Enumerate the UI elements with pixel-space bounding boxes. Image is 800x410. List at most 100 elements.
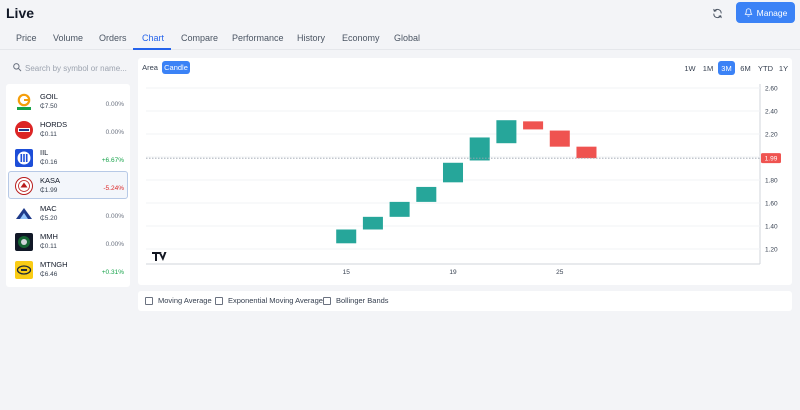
symbol-row-goil[interactable]: GOIL ₵7.50 0.00% (8, 87, 128, 115)
hords-logo (14, 120, 34, 140)
candle-down (576, 146, 597, 159)
y-tick-label: 1.20 (765, 247, 778, 254)
current-price-label: 1.99 (765, 156, 778, 163)
symbol-name: HORDS (40, 120, 68, 129)
x-tick-label: 15 (343, 269, 351, 276)
checkbox-box[interactable] (323, 296, 331, 305)
tab-history[interactable]: History (297, 33, 325, 43)
symbol-price: ₵1.99 (40, 187, 58, 194)
indicator-label: Moving Average (158, 296, 212, 305)
kasa-logo (14, 176, 34, 196)
range-ytd-button[interactable]: YTD (756, 61, 775, 75)
range-3m-button[interactable]: 3M (718, 61, 735, 75)
y-tick-label: 2.20 (765, 132, 778, 139)
manage-label: Manage (756, 7, 788, 18)
search-input[interactable] (6, 58, 130, 78)
candle-down (549, 130, 570, 147)
range-1w-button[interactable]: 1W (682, 61, 698, 75)
symbol-row-mac[interactable]: MAC ₵5.20 0.00% (8, 199, 128, 227)
refresh-button[interactable] (708, 4, 726, 22)
candle-up (469, 137, 490, 161)
tab-price[interactable]: Price (16, 33, 37, 43)
candle-up (362, 216, 383, 230)
range-1y-button[interactable]: 1Y (777, 61, 790, 75)
range-6m-button[interactable]: 6M (737, 61, 754, 75)
symbol-price: ₵5.20 (40, 215, 58, 222)
tab-bar: Price Volume Orders Chart Compare Perfor… (0, 28, 800, 50)
symbol-row-mmh[interactable]: MMH ₵0.11 0.00% (8, 227, 128, 255)
tab-performance[interactable]: Performance (232, 33, 284, 43)
symbol-list: GOIL ₵7.50 0.00% HORDS ₵0.11 0.00% IIL ₵… (6, 84, 130, 287)
chart-type-candle-button[interactable]: Candle (162, 61, 190, 74)
exponential-moving-average-checkbox[interactable]: Exponential Moving Average (215, 296, 323, 305)
candle-up (442, 162, 464, 183)
bollinger-bands-checkbox[interactable]: Bollinger Bands (323, 296, 389, 305)
chart-canvas[interactable]: 2.602.402.202.001.801.601.401.20 151925 … (146, 84, 790, 280)
candle-up (336, 229, 357, 244)
candle-up (389, 201, 410, 217)
page-title: Live (6, 5, 35, 21)
tab-compare[interactable]: Compare (181, 33, 218, 43)
checkbox-box[interactable] (215, 296, 223, 305)
y-tick-label: 2.40 (765, 109, 778, 116)
symbol-price: ₵0.16 (40, 159, 58, 166)
manage-button[interactable]: Manage (736, 2, 795, 23)
symbol-price: ₵0.11 (40, 243, 57, 250)
symbol-row-iil[interactable]: IIL ₵0.16 +6.67% (8, 143, 128, 171)
y-tick-label: 1.40 (765, 224, 778, 231)
symbol-price: ₵6.46 (40, 271, 58, 278)
moving-average-checkbox[interactable]: Moving Average (145, 296, 212, 305)
symbol-row-hords[interactable]: HORDS ₵0.11 0.00% (8, 115, 128, 143)
goil-logo (14, 92, 34, 112)
search-box (6, 58, 130, 78)
symbol-change: +6.67% (101, 157, 124, 164)
candle-up (496, 120, 517, 144)
y-tick-label: 1.80 (765, 178, 778, 185)
tab-economy[interactable]: Economy (342, 33, 380, 43)
mmh-logo (14, 232, 34, 252)
candle-up (416, 186, 437, 202)
checkbox-box[interactable] (145, 296, 153, 305)
x-tick-label: 25 (556, 269, 564, 276)
symbol-change: 0.00% (105, 213, 124, 220)
symbol-name: IIL (40, 148, 49, 157)
indicator-label: Exponential Moving Average (228, 296, 323, 305)
tab-chart[interactable]: Chart (142, 33, 164, 43)
symbol-change: +0.31% (101, 269, 124, 276)
symbol-change: -5.24% (103, 185, 124, 192)
search-icon (13, 63, 22, 72)
symbol-row-mtngh[interactable]: MTNGH ₵6.46 +0.31% (8, 255, 128, 283)
symbol-row-kasa[interactable]: KASA ₵1.99 -5.24% (8, 171, 128, 199)
y-tick-label: 2.60 (765, 86, 778, 93)
candle-down (523, 121, 544, 130)
tab-global[interactable]: Global (394, 33, 420, 43)
y-tick-label: 1.60 (765, 201, 778, 208)
tab-orders[interactable]: Orders (99, 33, 127, 43)
x-tick-label: 19 (449, 269, 457, 276)
refresh-icon (712, 8, 722, 18)
symbol-name: MTNGH (40, 260, 68, 269)
symbol-change: 0.00% (105, 101, 124, 108)
app: Live Manage Price Volume Orders Chart Co… (0, 0, 800, 410)
symbol-name: KASA (40, 176, 61, 185)
indicator-label: Bollinger Bands (336, 296, 389, 305)
candlestick-chart[interactable]: 2.602.402.202.001.801.601.401.20 151925 … (146, 84, 790, 280)
symbol-price: ₵7.50 (40, 103, 58, 110)
symbol-name: MMH (40, 232, 58, 241)
tradingview-logo (152, 252, 167, 261)
symbol-change: 0.00% (105, 241, 124, 248)
mtngh-logo (14, 260, 34, 280)
bell-icon (744, 8, 752, 17)
iil-logo (14, 148, 34, 168)
header: Live Manage (0, 0, 800, 28)
tab-volume[interactable]: Volume (53, 33, 83, 43)
mac-logo (14, 204, 34, 224)
range-1m-button[interactable]: 1M (700, 61, 716, 75)
symbol-name: MAC (40, 204, 57, 213)
symbol-price: ₵0.11 (40, 131, 57, 138)
active-tab-indicator (133, 48, 171, 50)
indicator-bar: Moving Average Exponential Moving Averag… (138, 291, 792, 311)
symbol-name: GOIL (40, 92, 58, 101)
chart-type-area-button[interactable]: Area (140, 61, 160, 74)
symbol-change: 0.00% (105, 129, 124, 136)
